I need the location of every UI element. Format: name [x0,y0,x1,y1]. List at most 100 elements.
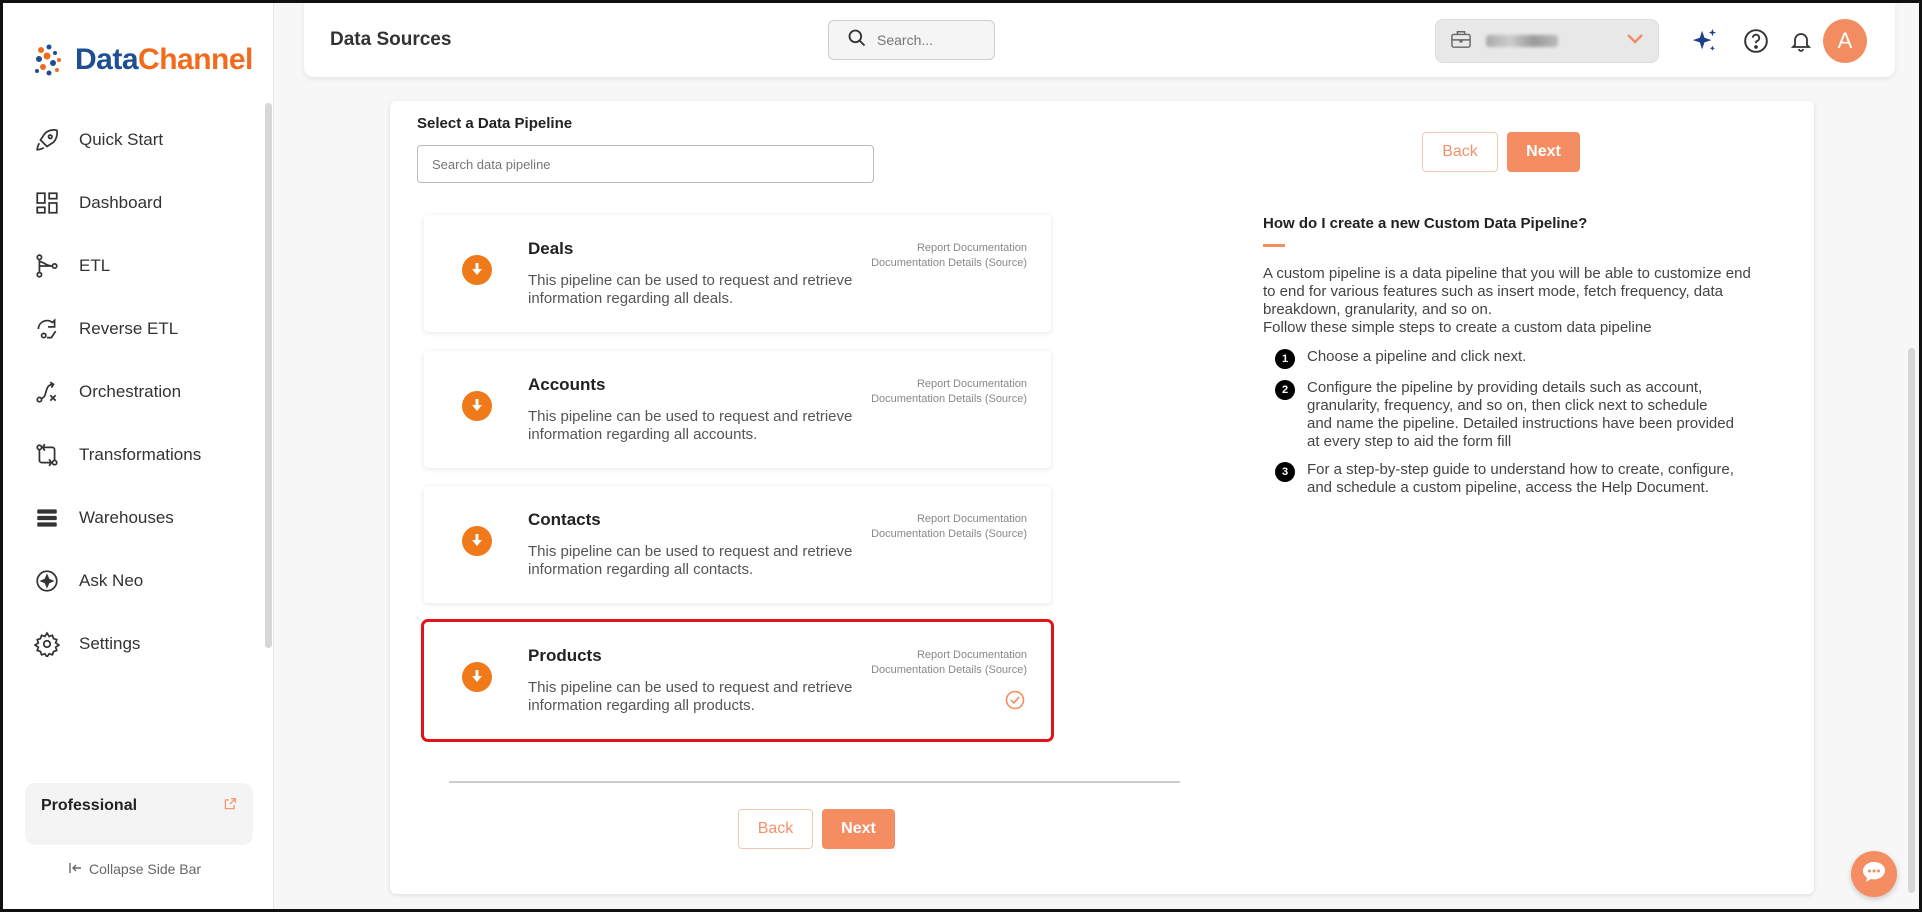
pipeline-doc-links: Report Documentation Documentation Detai… [871,377,1027,407]
documentation-details-link[interactable]: Documentation Details (Source) [871,527,1027,542]
help-intro: A custom pipeline is a data pipeline tha… [1263,265,1758,337]
briefcase-icon [1450,29,1472,54]
sidebar-item-etl[interactable]: ETL [3,234,265,297]
transformations-icon [33,441,61,469]
step-text: For a step-by-step guide to understand h… [1307,461,1734,496]
sidebar-item-transformations[interactable]: Transformations [3,423,265,486]
pipeline-card-deals[interactable]: Deals This pipeline can be used to reque… [424,215,1051,332]
chevron-down-icon [1626,32,1644,50]
user-avatar[interactable]: A [1823,19,1867,63]
download-icon [462,255,492,285]
help-title: How do I create a new Custom Data Pipeli… [1263,215,1588,232]
logo-mark-icon [35,44,61,76]
help-step: 3 For a step-by-step guide to understand… [1275,461,1735,497]
sidebar-item-ask-neo[interactable]: Ask Neo [3,549,265,612]
search-icon [847,28,867,53]
sidebar-item-label: Ask Neo [79,570,144,590]
sidebar-item-label: Reverse ETL [79,318,179,338]
help-title-underline [1263,244,1285,247]
plan-card[interactable]: Professional [25,783,253,845]
header-search[interactable] [828,20,995,60]
pipeline-card-accounts[interactable]: Accounts This pipeline can be used to re… [424,351,1051,468]
download-icon [462,391,492,421]
help-step: 2 Configure the pipeline by providing de… [1275,379,1735,451]
divider [449,781,1180,783]
selected-check-icon [1005,690,1025,715]
sidebar-item-warehouses[interactable]: Warehouses [3,486,265,549]
etl-icon [33,252,61,280]
pipeline-search-input[interactable] [417,145,874,183]
step-text: Choose a pipeline and click next. [1307,348,1527,365]
back-button-top[interactable]: Back [1422,132,1498,172]
sidebar-scrollbar[interactable] [265,103,272,648]
pipeline-doc-links: Report Documentation Documentation Detai… [871,648,1027,678]
report-documentation-link[interactable]: Report Documentation [871,241,1027,256]
step-number: 1 [1275,349,1295,369]
download-icon [462,526,492,556]
report-documentation-link[interactable]: Report Documentation [871,648,1027,663]
rocket-icon [33,126,61,154]
collapse-label: Collapse Side Bar [89,861,202,877]
sidebar-item-label: Orchestration [79,381,182,401]
sidebar-item-label: Settings [79,633,141,653]
sidebar-item-label: Transformations [79,444,202,464]
datachannel-logo[interactable]: DataChannel [31,35,253,85]
pipeline-card-contacts[interactable]: Contacts This pipeline can be used to re… [424,486,1051,603]
reverse-etl-icon [33,315,61,343]
sidebar-item-label: Warehouses [79,507,174,527]
step-text: Configure the pipeline by providing deta… [1307,379,1734,450]
pipeline-doc-links: Report Documentation Documentation Detai… [871,512,1027,542]
ask-neo-icon [33,567,61,595]
page-scrollbar[interactable] [1908,348,1915,893]
pipeline-title: Contacts [528,510,601,529]
sidebar-nav: Quick Start Dashboard ETL Reverse ETL Or… [3,108,265,675]
top-header: Data Sources A [304,3,1895,77]
pipeline-description: This pipeline can be used to request and… [528,543,853,578]
chat-icon [1861,860,1887,889]
plan-name: Professional [41,797,138,814]
sidebar-item-settings[interactable]: Settings [3,612,265,675]
help-intro-followup: Follow these simple steps to create a cu… [1263,319,1652,336]
sidebar: DataChannel Quick Start Dashboard ETL Re… [3,3,274,909]
sidebar-item-reverse-etl[interactable]: Reverse ETL [3,297,265,360]
pipeline-doc-links: Report Documentation Documentation Detai… [871,241,1027,271]
report-documentation-link[interactable]: Report Documentation [871,377,1027,392]
settings-icon [33,630,61,658]
pipeline-card-products[interactable]: Products This pipeline can be used to re… [421,619,1054,742]
page-title: Data Sources [330,29,452,50]
report-documentation-link[interactable]: Report Documentation [871,512,1027,527]
sidebar-item-dashboard[interactable]: Dashboard [3,171,265,234]
documentation-details-link[interactable]: Documentation Details (Source) [871,663,1027,678]
documentation-details-link[interactable]: Documentation Details (Source) [871,392,1027,407]
pipeline-description: This pipeline can be used to request and… [528,679,853,714]
next-button-bottom[interactable]: Next [822,809,895,849]
pipeline-title: Accounts [528,375,606,394]
pipeline-description: This pipeline can be used to request and… [528,272,853,307]
pipeline-selection-panel: Select a Data Pipeline Back Next Deals T… [390,101,1814,894]
documentation-details-link[interactable]: Documentation Details (Source) [871,256,1027,271]
dashboard-icon [33,189,61,217]
step-number: 3 [1275,462,1295,482]
pipeline-title: Products [528,646,602,665]
logo-text: DataChannel [75,43,253,76]
orchestration-icon [33,378,61,406]
bell-icon[interactable] [1787,27,1815,55]
back-button-bottom[interactable]: Back [738,809,813,849]
chat-support-button[interactable] [1851,851,1897,897]
help-steps: 1 Choose a pipeline and click next. 2 Co… [1275,348,1735,507]
sidebar-item-orchestration[interactable]: Orchestration [3,360,265,423]
search-input[interactable] [877,32,977,48]
download-icon [462,662,492,692]
sidebar-item-label: Dashboard [79,192,163,212]
external-link-icon[interactable] [223,797,237,831]
collapse-sidebar-button[interactable]: Collapse Side Bar [69,861,201,877]
organization-select[interactable] [1435,19,1659,63]
organization-name-redacted [1486,35,1558,47]
help-intro-text: A custom pipeline is a data pipeline tha… [1263,265,1751,318]
help-icon[interactable] [1742,27,1770,55]
step-number: 2 [1275,380,1295,400]
next-button-top[interactable]: Next [1507,132,1580,172]
sidebar-item-quick-start[interactable]: Quick Start [3,108,265,171]
sparkle-icon[interactable] [1690,27,1718,55]
pipeline-description: This pipeline can be used to request and… [528,408,853,443]
